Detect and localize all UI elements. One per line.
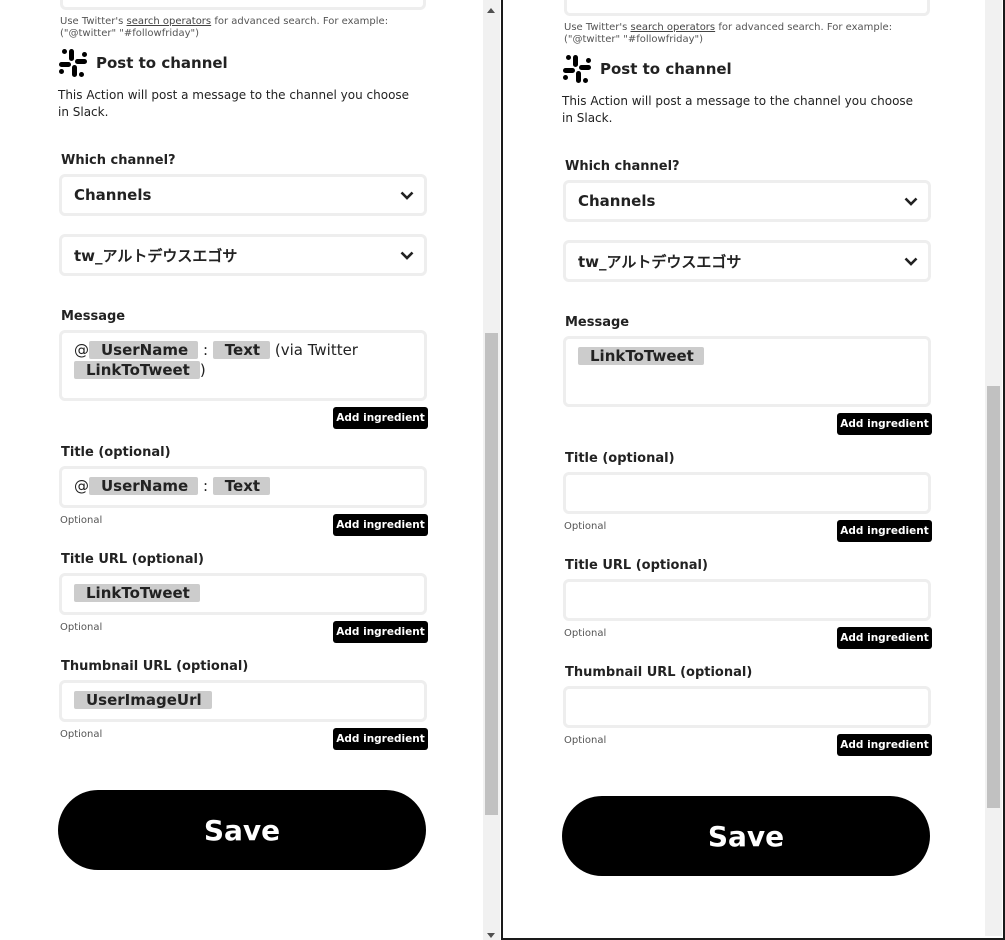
add-ingredient-button[interactable]: Add ingredient <box>333 407 428 429</box>
title-input[interactable]: @ UserName : Text <box>59 466 427 508</box>
title-url-input[interactable] <box>563 579 931 621</box>
message-controls: Add ingredient <box>58 407 428 431</box>
add-ingredient-button[interactable]: Add ingredient <box>837 520 932 542</box>
search-input[interactable] <box>60 0 426 10</box>
thumbnail-url-input[interactable]: UserImageUrl <box>59 680 427 722</box>
channel-label: Which channel? <box>565 159 680 174</box>
search-operators-link[interactable]: search operators <box>631 22 716 33</box>
save-button[interactable]: Save <box>58 790 426 870</box>
thumbnail-url-label: Thumbnail URL (optional) <box>565 665 753 680</box>
title-url-label: Title URL (optional) <box>61 552 204 567</box>
message-label: Message <box>565 315 630 330</box>
add-ingredient-button[interactable]: Add ingredient <box>837 734 932 756</box>
channel-name-select[interactable]: tw_アルトデウスエゴサ <box>59 234 427 276</box>
search-help-text: Use Twitter's search operators for advan… <box>564 22 893 45</box>
ingredient-text[interactable]: Text <box>212 341 271 359</box>
action-description: This Action will post a message to the c… <box>58 88 410 119</box>
channel-type-value: Channels <box>578 192 656 210</box>
message-textarea[interactable]: @ UserName : Text (via Twitter LinkToTwee… <box>59 330 427 401</box>
action-title: Post to channel <box>96 54 228 72</box>
optional-hint: Optional <box>564 628 607 639</box>
message-textarea[interactable]: LinkToTweet <box>563 336 931 407</box>
ingredient-text[interactable]: Text <box>212 477 271 495</box>
channel-name-value: tw_アルトデウスエゴサ <box>578 252 742 271</box>
title-controls: Optional Add ingredient <box>562 520 932 544</box>
search-input[interactable] <box>564 0 930 16</box>
title-url-controls: Optional Add ingredient <box>562 627 932 651</box>
title-controls: Optional Add ingredient <box>58 514 428 538</box>
scroll-up-arrow[interactable] <box>487 8 495 13</box>
ingredient-link-to-tweet[interactable]: LinkToTweet <box>578 347 704 365</box>
add-ingredient-button[interactable]: Add ingredient <box>333 728 428 750</box>
add-ingredient-button[interactable]: Add ingredient <box>333 621 428 643</box>
channel-type-value: Channels <box>74 186 152 204</box>
right-scrollbar[interactable] <box>985 0 1002 936</box>
title-input[interactable] <box>563 472 931 514</box>
title-label: Title (optional) <box>565 451 675 466</box>
title-url-input[interactable]: LinkToTweet <box>59 573 427 615</box>
optional-hint: Optional <box>60 729 103 740</box>
title-label: Title (optional) <box>61 445 171 460</box>
thumbnail-url-controls: Optional Add ingredient <box>58 728 428 752</box>
title-url-label: Title URL (optional) <box>565 558 708 573</box>
scroll-thumb[interactable] <box>485 333 498 815</box>
thumbnail-url-controls: Optional Add ingredient <box>562 734 932 758</box>
slack-icon <box>563 55 591 83</box>
chevron-down-icon <box>400 251 414 260</box>
scroll-down-arrow[interactable] <box>487 933 495 938</box>
right-form: Use Twitter's search operators for advan… <box>562 0 932 876</box>
action-header: Post to channel <box>58 46 428 80</box>
add-ingredient-button[interactable]: Add ingredient <box>837 413 932 435</box>
right-applet-editor: Use Twitter's search operators for advan… <box>501 0 1005 940</box>
channel-name-value: tw_アルトデウスエゴサ <box>74 246 238 265</box>
message-controls: Add ingredient <box>562 413 932 437</box>
thumbnail-url-input[interactable] <box>563 686 931 728</box>
left-scrollbar[interactable] <box>483 0 500 940</box>
chevron-down-icon <box>400 191 414 200</box>
optional-hint: Optional <box>60 622 103 633</box>
ingredient-username[interactable]: UserName <box>89 477 199 495</box>
search-operators-link[interactable]: search operators <box>127 16 212 27</box>
slack-icon <box>59 49 87 77</box>
message-label: Message <box>61 309 126 324</box>
optional-hint: Optional <box>564 521 607 532</box>
search-help-text: Use Twitter's search operators for advan… <box>60 16 389 39</box>
scroll-thumb[interactable] <box>987 386 1000 808</box>
chevron-down-icon <box>904 197 918 206</box>
optional-hint: Optional <box>564 735 607 746</box>
title-url-controls: Optional Add ingredient <box>58 621 428 645</box>
add-ingredient-button[interactable]: Add ingredient <box>837 627 932 649</box>
channel-name-select[interactable]: tw_アルトデウスエゴサ <box>563 240 931 282</box>
left-applet-editor: Use Twitter's search operators for advan… <box>0 0 483 940</box>
ingredient-link-to-tweet[interactable]: LinkToTweet <box>74 584 200 602</box>
save-button[interactable]: Save <box>562 796 930 876</box>
action-description: This Action will post a message to the c… <box>562 94 914 125</box>
chevron-down-icon <box>904 257 918 266</box>
thumbnail-url-label: Thumbnail URL (optional) <box>61 659 249 674</box>
channel-type-select[interactable]: Channels <box>59 174 427 216</box>
ingredient-username[interactable]: UserName <box>89 341 199 359</box>
optional-hint: Optional <box>60 515 103 526</box>
left-form: Use Twitter's search operators for advan… <box>58 0 428 870</box>
ingredient-link-to-tweet[interactable]: LinkToTweet <box>74 361 200 379</box>
action-title: Post to channel <box>600 60 732 78</box>
channel-type-select[interactable]: Channels <box>563 180 931 222</box>
add-ingredient-button[interactable]: Add ingredient <box>333 514 428 536</box>
channel-label: Which channel? <box>61 153 176 168</box>
ingredient-user-image-url[interactable]: UserImageUrl <box>74 691 212 709</box>
action-header: Post to channel <box>562 52 932 86</box>
